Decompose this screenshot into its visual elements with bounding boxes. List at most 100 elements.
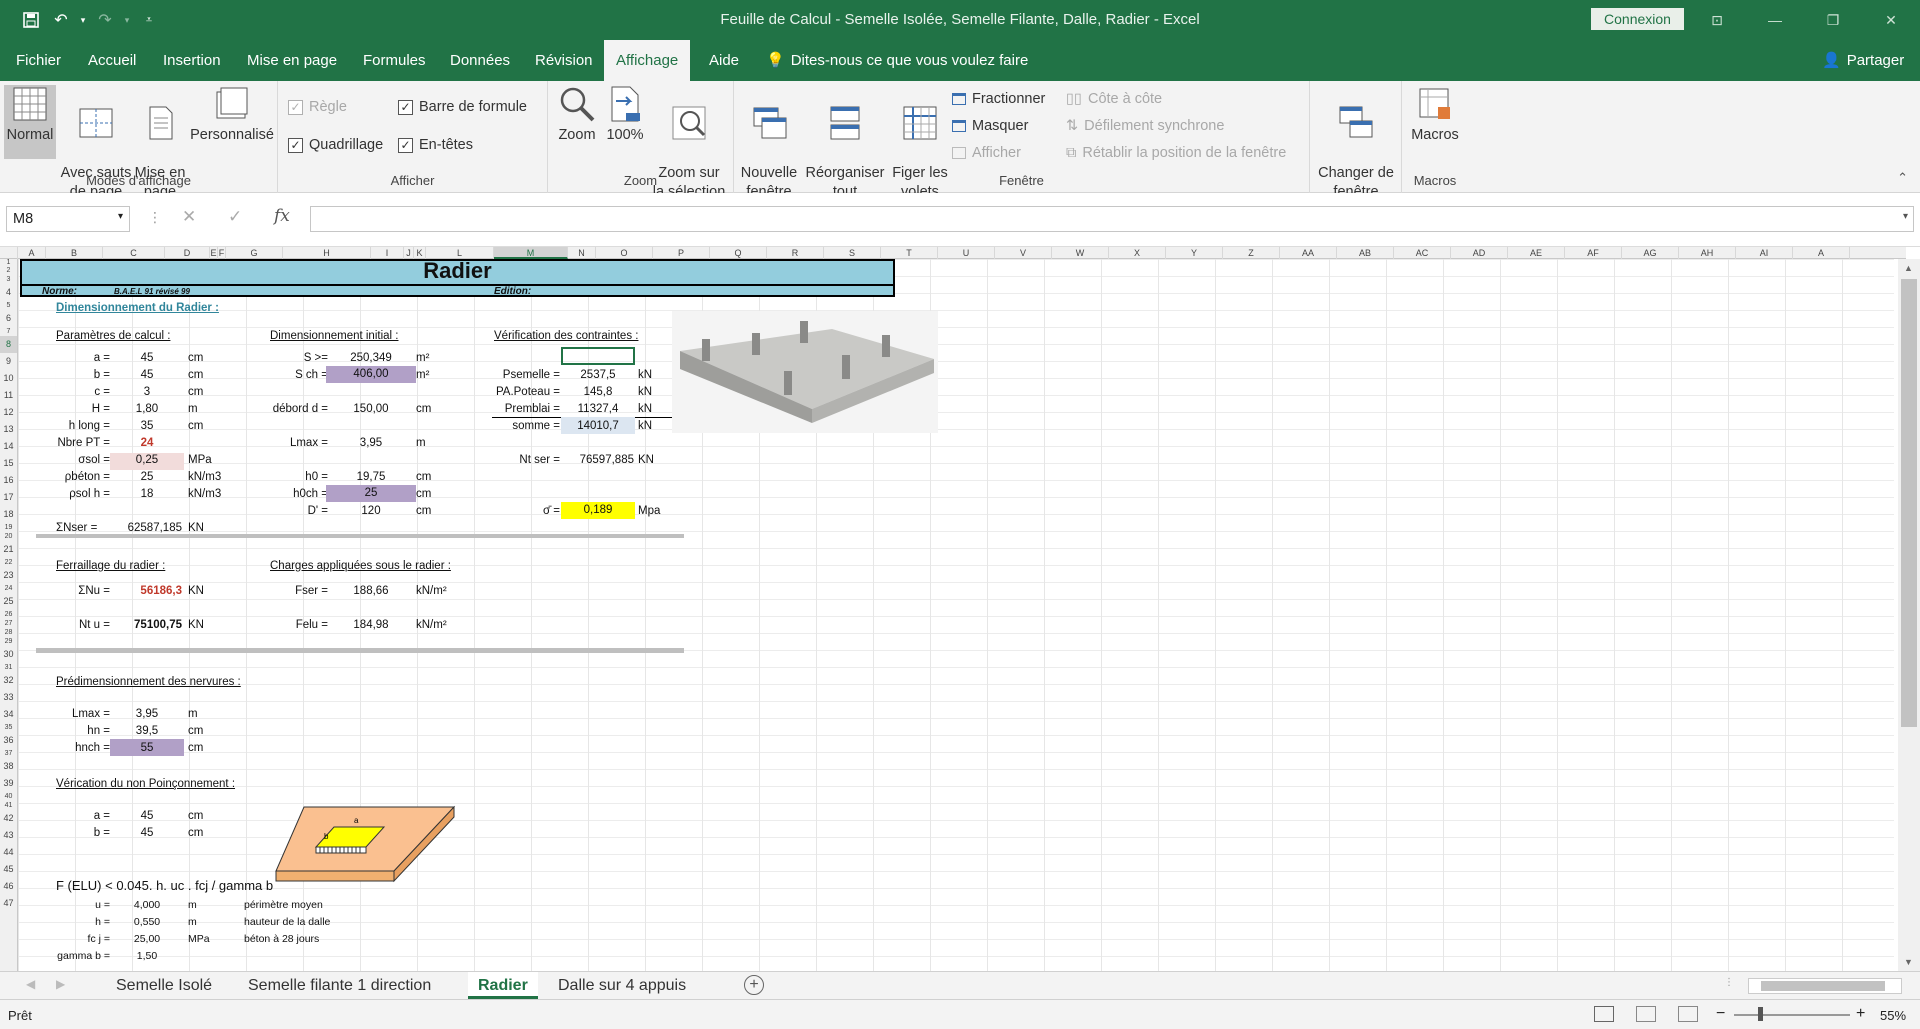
column-header[interactable]: S: [824, 247, 881, 259]
row-header[interactable]: 3: [0, 275, 17, 284]
tab-revision[interactable]: Révision: [533, 40, 595, 81]
column-header[interactable]: N: [568, 247, 596, 259]
column-header[interactable]: G: [226, 247, 283, 259]
tab-affichage[interactable]: Affichage: [604, 40, 691, 81]
minimize-icon[interactable]: —: [1746, 0, 1804, 40]
row-header[interactable]: 27: [0, 619, 17, 628]
row-header[interactable]: 15: [0, 455, 17, 472]
scroll-down-icon[interactable]: ▼: [1904, 957, 1913, 967]
sheet-tab-dalle[interactable]: Dalle sur 4 appuis: [548, 972, 696, 999]
row-header[interactable]: 43: [0, 827, 17, 844]
row-header[interactable]: 8: [0, 336, 17, 353]
row-header[interactable]: 32: [0, 672, 17, 689]
expand-formula-icon[interactable]: ▾: [1903, 211, 1908, 222]
row-header[interactable]: 11: [0, 387, 17, 404]
row-header[interactable]: 33: [0, 689, 17, 706]
column-header[interactable]: F: [218, 247, 226, 259]
formula-input[interactable]: [310, 206, 1914, 232]
name-box[interactable]: M8 ▾: [6, 206, 130, 232]
zoom-in-icon[interactable]: +: [1856, 1005, 1865, 1023]
undo-icon[interactable]: ↶: [48, 8, 74, 32]
row-header[interactable]: 16: [0, 472, 17, 489]
gridlines-checkbox[interactable]: ✓ Quadrillage: [288, 137, 383, 153]
close-icon[interactable]: ✕: [1862, 0, 1920, 40]
sheet-tab-semelle-filante[interactable]: Semelle filante 1 direction: [238, 972, 441, 999]
column-header[interactable]: AI: [1736, 247, 1793, 259]
column-header[interactable]: Z: [1223, 247, 1280, 259]
row-header[interactable]: 37: [0, 749, 17, 758]
column-header[interactable]: Q: [710, 247, 767, 259]
row-header[interactable]: 35: [0, 723, 17, 732]
zoom-level[interactable]: 55%: [1880, 1008, 1906, 1023]
column-header[interactable]: K: [414, 247, 426, 259]
normal-view-button[interactable]: Normal: [4, 85, 56, 159]
column-header[interactable]: AA: [1280, 247, 1337, 259]
column-header[interactable]: H: [283, 247, 371, 259]
column-header[interactable]: D: [165, 247, 210, 259]
insert-function-icon[interactable]: fx: [274, 206, 290, 226]
share-button[interactable]: 👤 Partager: [1820, 40, 1906, 81]
page-layout-status-icon[interactable]: [1636, 1006, 1656, 1022]
column-header[interactable]: M: [494, 247, 568, 259]
column-header[interactable]: Y: [1166, 247, 1223, 259]
custom-view-button[interactable]: Personnalisé: [190, 85, 274, 145]
column-header[interactable]: I: [371, 247, 404, 259]
maximize-icon[interactable]: ❐: [1804, 0, 1862, 40]
row-header[interactable]: 40: [0, 792, 17, 801]
row-header[interactable]: 29: [0, 637, 17, 646]
zoom-slider[interactable]: [1734, 1014, 1850, 1016]
column-header[interactable]: L: [426, 247, 494, 259]
column-header[interactable]: AG: [1622, 247, 1679, 259]
h-scroll-thumb[interactable]: [1761, 981, 1885, 991]
sheet-tab-radier[interactable]: Radier: [468, 972, 538, 999]
row-header[interactable]: 42: [0, 810, 17, 827]
column-header[interactable]: O: [596, 247, 653, 259]
row-header[interactable]: 44: [0, 844, 17, 861]
column-header[interactable]: AF: [1565, 247, 1622, 259]
row-header[interactable]: 23: [0, 567, 17, 584]
column-header[interactable]: B: [46, 247, 103, 259]
collapse-ribbon-icon[interactable]: ⌃: [1897, 170, 1908, 186]
row-header[interactable]: 2: [0, 266, 17, 275]
column-header[interactable]: W: [1052, 247, 1109, 259]
tab-donnees[interactable]: Données: [448, 40, 512, 81]
save-icon[interactable]: [18, 8, 44, 32]
formula-bar-checkbox[interactable]: ✓ Barre de formule: [398, 99, 527, 115]
switch-window-button[interactable]: Changer de fenêtre: [1314, 85, 1398, 202]
next-sheet-icon[interactable]: ▶: [56, 977, 65, 991]
sheet-tab-semelle-isole[interactable]: Semelle Isolé: [106, 972, 222, 999]
worksheet-grid[interactable]: Radier Norme: B.A.E.L 91 révisé 99 Editi…: [18, 259, 1894, 971]
column-header[interactable]: E: [210, 247, 218, 259]
column-header[interactable]: V: [995, 247, 1052, 259]
split-button[interactable]: Fractionner: [952, 91, 1045, 107]
column-header[interactable]: AH: [1679, 247, 1736, 259]
cancel-icon[interactable]: ✕: [182, 207, 196, 227]
vertical-scrollbar[interactable]: ▲ ▼: [1898, 259, 1920, 971]
column-header[interactable]: AB: [1337, 247, 1394, 259]
row-header[interactable]: 17: [0, 489, 17, 506]
column-header[interactable]: T: [881, 247, 938, 259]
column-header[interactable]: AE: [1508, 247, 1565, 259]
enter-icon[interactable]: ✓: [228, 207, 242, 227]
row-header[interactable]: 46: [0, 878, 17, 895]
zoom-button[interactable]: Zoom: [552, 85, 602, 145]
row-header[interactable]: 1: [0, 259, 17, 266]
zoom-out-icon[interactable]: −: [1716, 1005, 1725, 1023]
column-header[interactable]: P: [653, 247, 710, 259]
customize-toolbar-icon[interactable]: ⩡: [136, 8, 162, 32]
column-header[interactable]: X: [1109, 247, 1166, 259]
selected-cell-m8[interactable]: [561, 347, 635, 365]
row-header[interactable]: 13: [0, 421, 17, 438]
tab-accueil[interactable]: Accueil: [86, 40, 138, 81]
row-header[interactable]: 25: [0, 593, 17, 610]
row-header[interactable]: 12: [0, 404, 17, 421]
row-header[interactable]: 21: [0, 541, 17, 558]
row-header[interactable]: 28: [0, 628, 17, 637]
row-header[interactable]: 5: [0, 301, 17, 310]
ribbon-display-icon[interactable]: ⊡: [1688, 0, 1746, 40]
row-header[interactable]: 19: [0, 523, 17, 532]
horizontal-scrollbar[interactable]: [1748, 978, 1902, 994]
connexion-button[interactable]: Connexion: [1591, 8, 1684, 30]
row-header[interactable]: 30: [0, 646, 17, 663]
row-header[interactable]: 41: [0, 801, 17, 810]
